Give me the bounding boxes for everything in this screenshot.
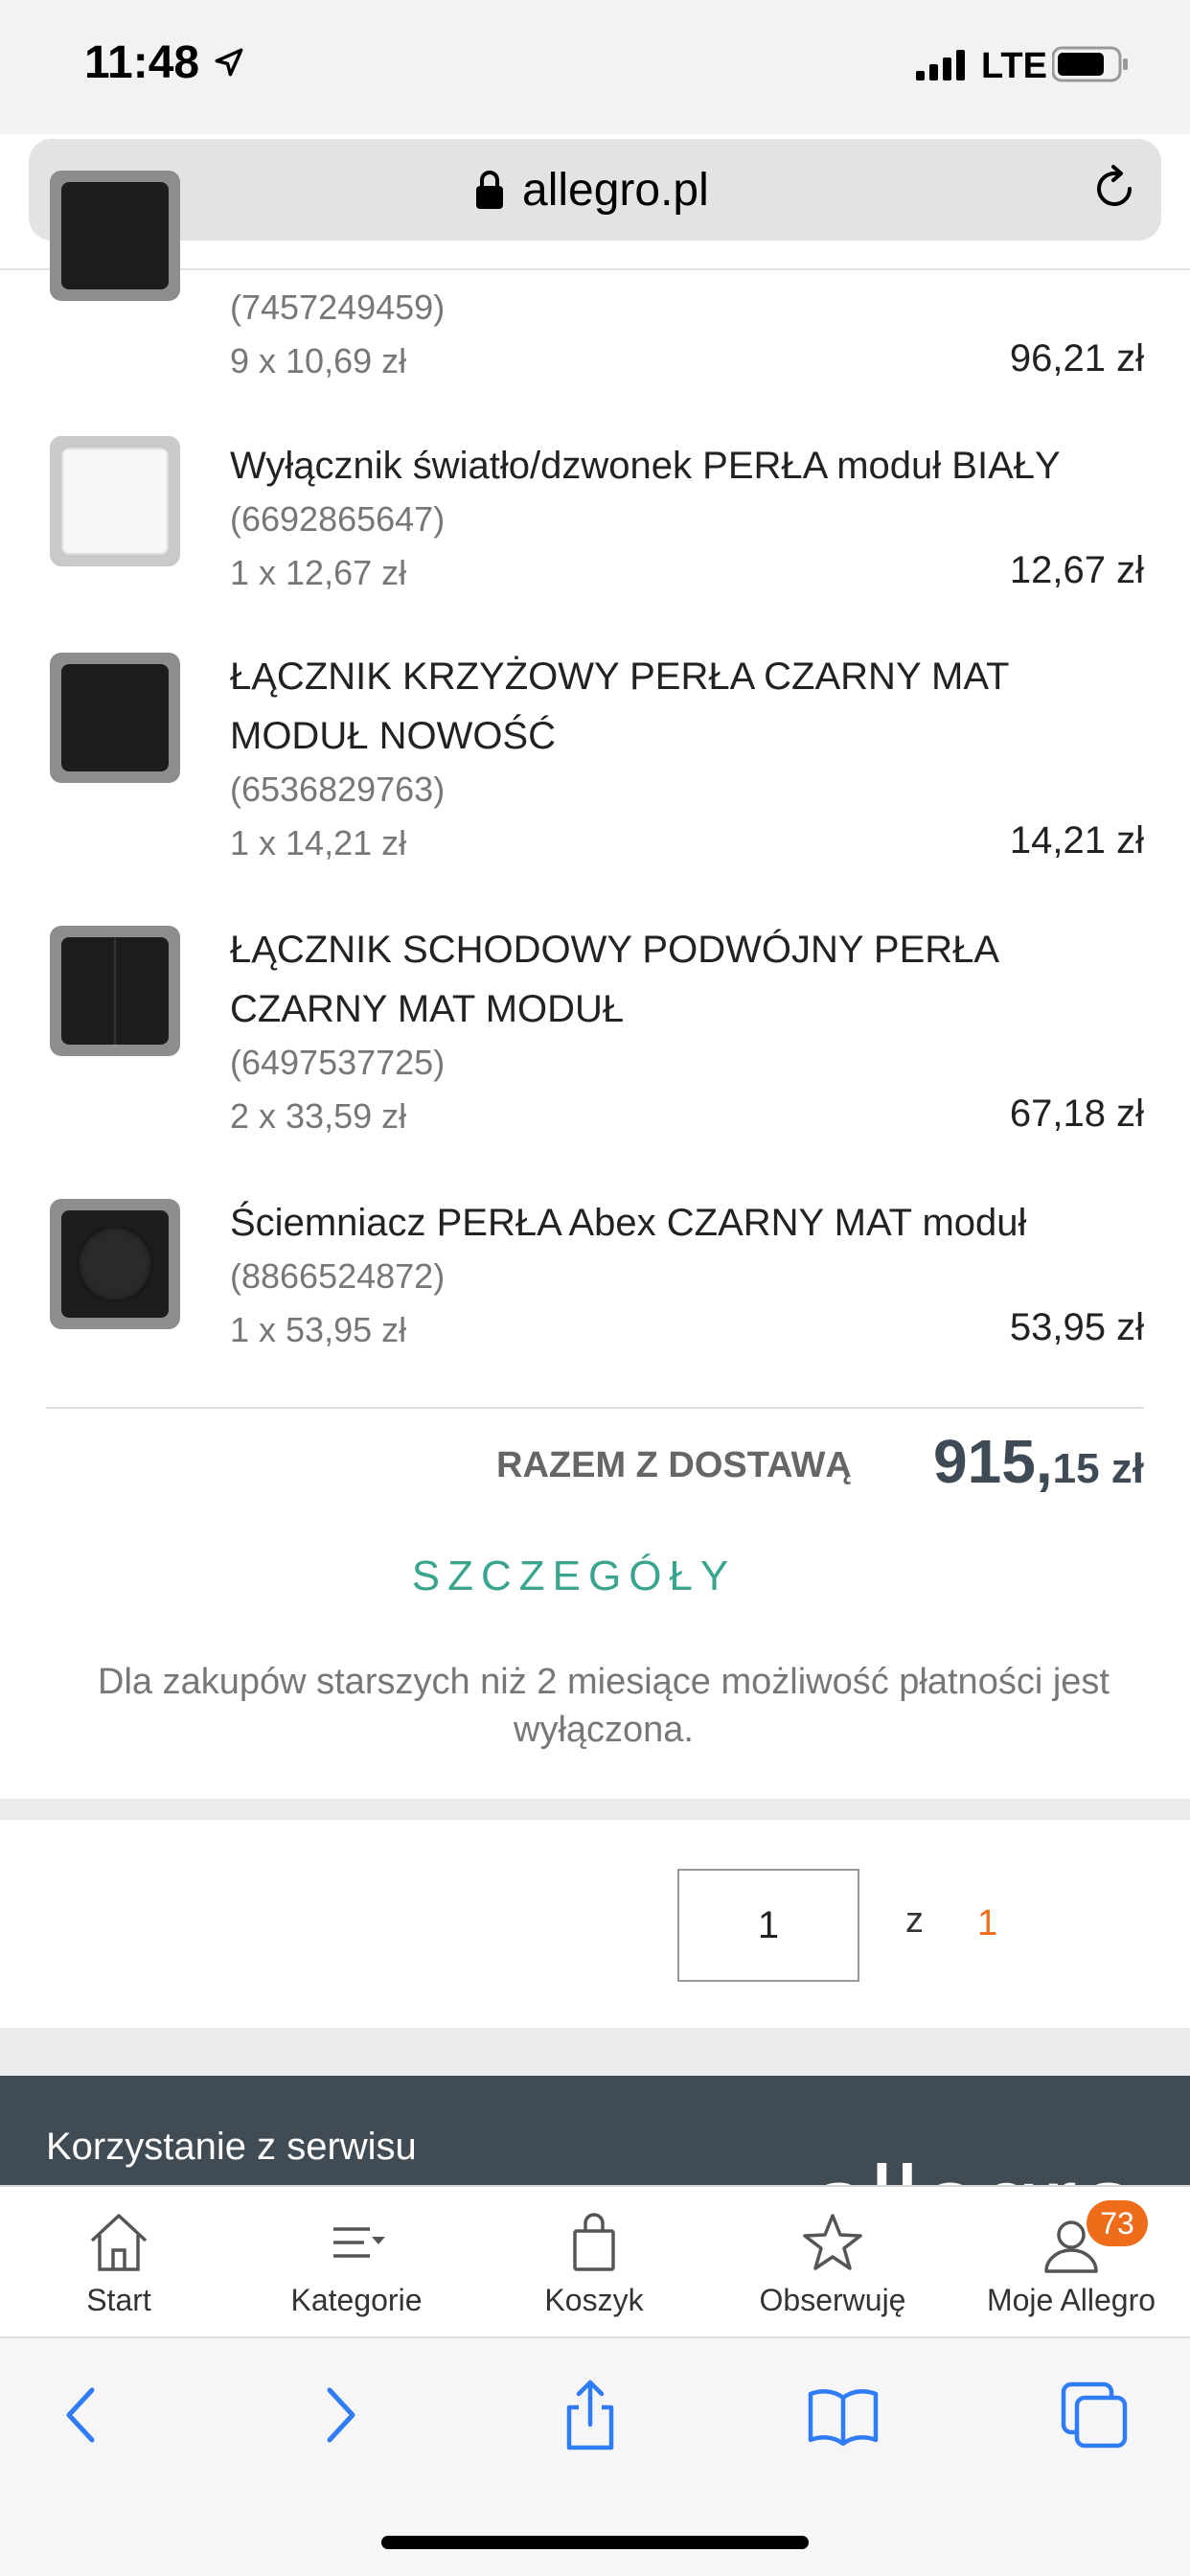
notification-badge: 73 [1087,2200,1148,2246]
nav-label: Start [86,2283,151,2317]
section-separator [0,1799,1190,1820]
item-title[interactable]: ŁĄCZNIK KRZYŻOWY PERŁA CZARNY MAT MODUŁ … [230,647,1054,766]
allegro-logo: allegro [810,2143,1139,2185]
item-id: (6536829763) [230,770,446,809]
page-number-field[interactable] [677,1869,859,1982]
item-price: 12,67 zł [1009,549,1144,591]
item-price: 67,18 zł [1009,1092,1144,1135]
tabs-icon[interactable] [1056,2377,1133,2453]
nav-my-allegro[interactable]: 73 Moje Allegro [952,2187,1190,2338]
item-id: (8866524872) [230,1256,446,1296]
pagination-total[interactable]: 1 [977,1903,997,1944]
item-price: 53,95 zł [1009,1306,1144,1348]
item-id: (6497537725) [230,1043,446,1082]
back-icon[interactable] [44,2377,121,2453]
nav-cart[interactable]: Koszyk [475,2187,713,2338]
url-text[interactable]: allegro.pl [522,164,709,217]
home-indicator[interactable] [381,2536,809,2549]
item-price: 14,21 zł [1009,819,1144,862]
product-thumbnail[interactable] [50,171,180,301]
signal-icon [916,50,965,80]
product-thumbnail[interactable] [50,1199,180,1329]
nav-watchlist[interactable]: Obserwuję [714,2187,951,2338]
status-bar: 11:48 LTE [0,0,1190,134]
page-input[interactable] [679,1871,858,1980]
menu-icon [333,2227,385,2258]
total-label: RAZEM Z DOSTAWĄ [496,1445,852,1485]
status-time: 11:48 [84,37,200,88]
product-thumbnail[interactable] [50,926,180,1056]
total-cents: 15 zł [1052,1445,1144,1492]
section-separator [0,2028,1190,2076]
location-icon [215,48,243,77]
total-main: 915, [933,1427,1053,1496]
item-price: 96,21 zł [1009,337,1144,380]
product-thumbnail[interactable] [50,436,180,566]
item-quantity: 1 x 14,21 zł [230,823,407,862]
total-value: 915,15 zł [933,1426,1144,1497]
item-id: (7457249459) [230,288,446,327]
nav-label: Obserwuję [759,2283,906,2317]
share-icon[interactable] [552,2377,629,2453]
bottom-nav: Start Kategorie Koszyk Obserwuję 73 Moje… [0,2185,1190,2336]
lock-icon [476,171,503,209]
nav-label: Moje Allegro [986,2283,1156,2317]
item-quantity: 1 x 53,95 zł [230,1310,407,1349]
item-title[interactable]: ŁĄCZNIK SCHODOWY PODWÓJNY PERŁA CZARNY M… [230,920,1054,1039]
network-type: LTE [981,46,1047,86]
battery-icon [1052,46,1128,82]
product-thumbnail[interactable] [50,653,180,783]
item-title[interactable]: Wyłącznik światło/dzwonek PERŁA moduł BI… [230,436,1150,495]
item-quantity: 9 x 10,69 zł [230,341,407,380]
nav-label: Kategorie [290,2283,423,2317]
address-bar[interactable]: AA allegro.pl [29,139,1161,241]
footer-title[interactable]: Korzystanie z serwisu [46,2126,417,2169]
home-icon [90,2214,148,2271]
nav-start[interactable]: Start [0,2187,238,2338]
item-id: (6692865647) [230,499,446,539]
pagination-of-label: z [905,1900,924,1941]
summary-divider [46,1407,1144,1409]
bookmarks-icon[interactable] [805,2377,881,2453]
reload-icon[interactable] [1087,162,1141,216]
details-link[interactable]: SZCZEGÓŁY [0,1552,1190,1600]
item-quantity: 1 x 12,67 zł [230,553,407,592]
nav-label: Koszyk [544,2283,644,2317]
item-title[interactable]: Ściemniacz PERŁA Abex CZARNY MAT moduł [230,1193,1150,1253]
item-quantity: 2 x 33,59 zł [230,1096,407,1136]
forward-icon[interactable] [301,2377,378,2453]
payment-note: Dla zakupów starszych niż 2 miesiące moż… [98,1662,1110,1750]
site-footer: Korzystanie z serwisu allegro [0,2076,1190,2185]
bag-icon [573,2213,615,2271]
star-icon [803,2214,862,2270]
nav-categories[interactable]: Kategorie [238,2187,475,2338]
